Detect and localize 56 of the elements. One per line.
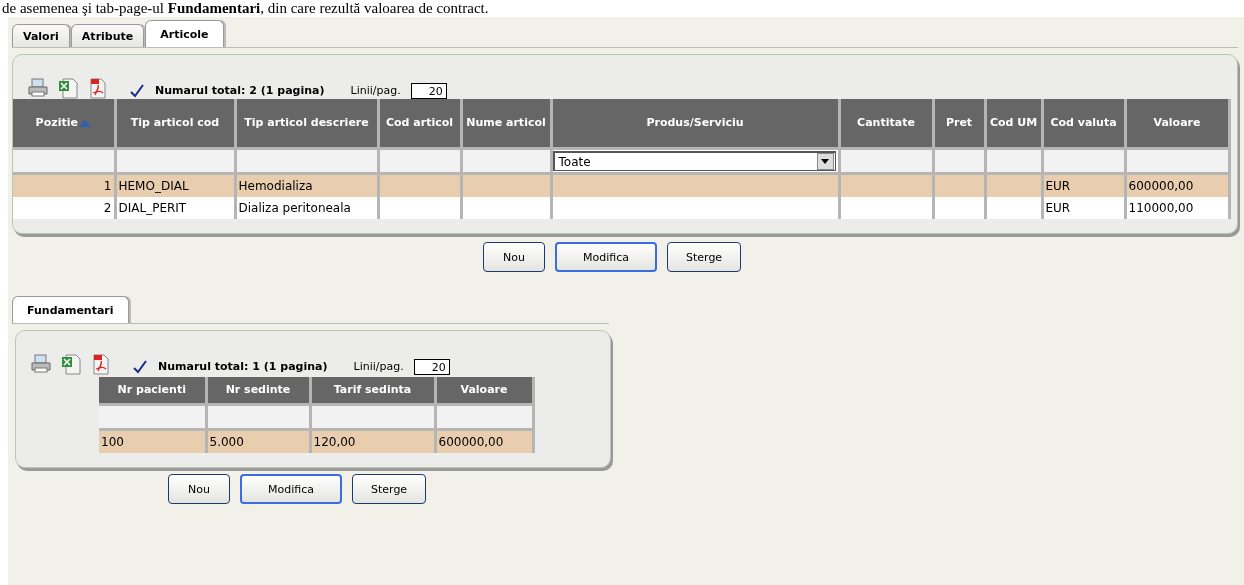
table-cell: DIAL_PERIT [118,201,187,215]
spreadsheet-icon[interactable] [57,77,79,99]
table-cell: 120,00 [313,435,356,449]
column-header[interactable]: Tip articol cod [115,99,235,149]
tab[interactable]: Fundamentari [12,296,129,323]
column-header[interactable]: Tarif sedinta [310,377,435,405]
total-count: Numarul total: 1 (1 pagina) [158,359,328,375]
table-cell: 100 [101,435,124,449]
column-header[interactable]: Cod articol [378,99,461,149]
caret-icon [821,159,829,164]
printer-icon[interactable] [30,353,52,375]
action-button[interactable]: Modifica [555,242,657,272]
column-header[interactable]: Valoare [1125,99,1229,149]
lines-per-page-label: Linii/pag. [350,83,401,99]
column-header[interactable]: Pret [933,99,985,149]
lines-per-page-label: Linii/pag. [353,359,404,375]
action-button[interactable]: Modifica [240,474,342,504]
tab[interactable]: Valori [12,24,70,47]
table-cell: 1 [103,179,112,193]
table-cell: EUR [1045,179,1071,193]
action-button[interactable]: Nou [483,242,545,272]
table-cell: 5.000 [209,435,244,449]
column-header[interactable]: Cantitate [839,99,933,149]
column-header[interactable]: Cod UM [985,99,1042,149]
table-cell: Hemodializa [238,179,313,193]
table-cell: Dializa peritoneala [238,201,351,215]
pdf-icon[interactable] [90,353,112,375]
tab[interactable]: Articole [145,20,224,47]
lines-per-page-field[interactable]: 20 [410,83,447,99]
column-header[interactable]: Nr sedinte [206,377,310,405]
table-cell: EUR [1045,201,1071,215]
total-count: Numarul total: 2 (1 pagina) [155,83,325,99]
lines-per-page-field[interactable]: 20 [413,359,450,375]
action-button[interactable]: Sterge [667,242,742,272]
table-cell: HEMO_DIAL [118,179,189,193]
column-header[interactable]: Valoare [435,377,533,405]
column-header[interactable]: Cod valuta [1042,99,1125,149]
column-header[interactable]: Produs/Serviciu [551,99,839,149]
tab[interactable]: Atribute [70,24,145,47]
action-button[interactable]: Nou [168,474,230,504]
pdf-icon[interactable] [87,77,109,99]
action-button[interactable]: Sterge [352,474,427,504]
table-cell: 2 [103,201,112,215]
table-cell: 600000,00 [1128,179,1194,193]
checkmark-icon[interactable] [129,83,145,99]
table-cell: 600000,00 [438,435,504,449]
checkmark-icon[interactable] [132,359,148,375]
column-header[interactable]: Tip articol descriere [235,99,378,149]
spreadsheet-icon[interactable] [60,353,82,375]
printer-icon[interactable] [27,77,49,99]
column-header[interactable]: Nume articol [461,99,551,149]
intro-text: de asemenea şi tab-page-ul Fundamentari, din care rezultă valoarea de contract. [1,0,490,17]
product-filter-dropdown[interactable]: Toate [552,151,836,171]
column-header[interactable]: Pozitie [13,99,115,149]
table-cell: 110000,00 [1128,201,1194,215]
column-header[interactable]: Nr pacienti [99,377,206,405]
